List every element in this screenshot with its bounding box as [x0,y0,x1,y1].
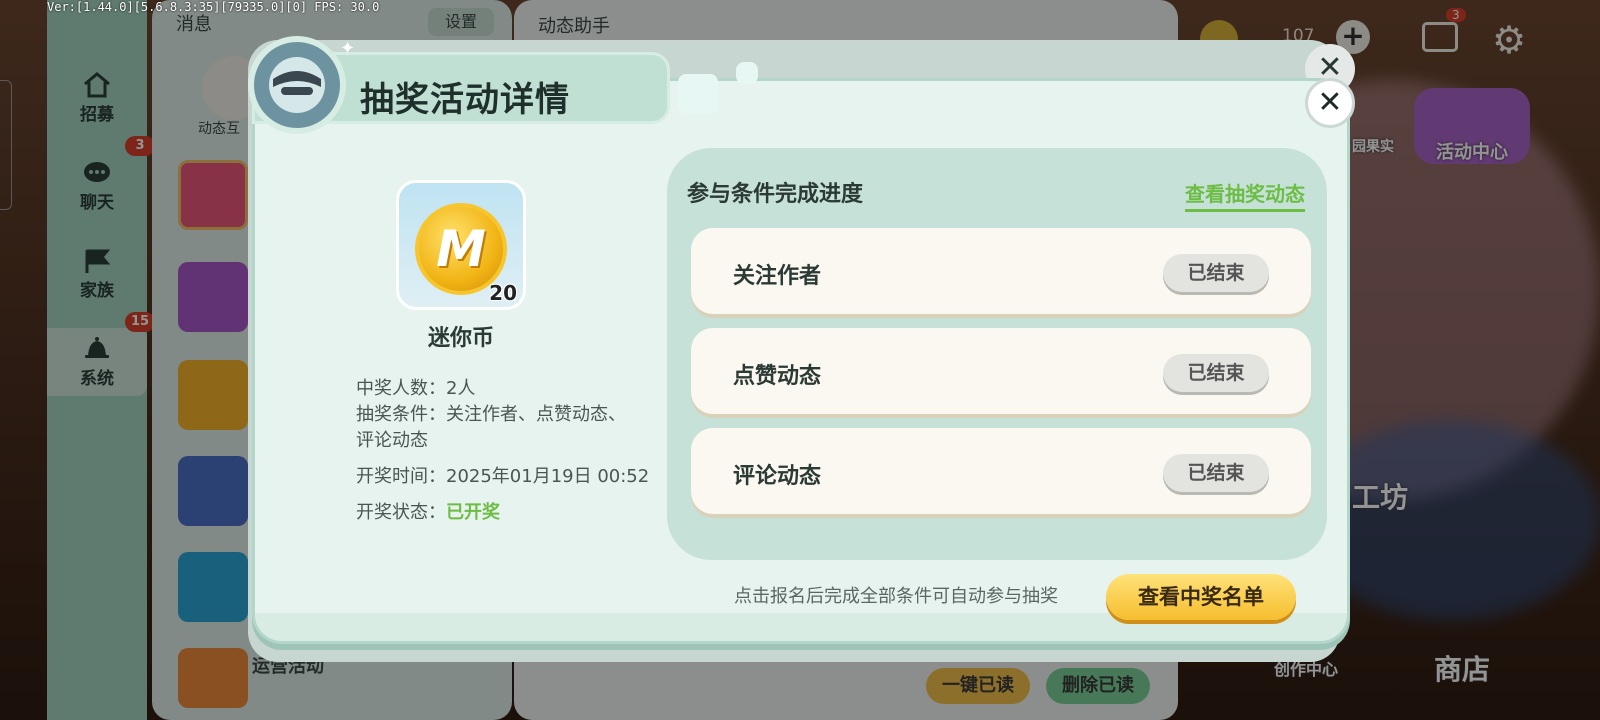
task-status-button[interactable]: 已结束 [1163,354,1269,392]
task-label: 评论动态 [733,464,822,489]
prize-name: 迷你币 [427,326,494,351]
winners-label: 中奖人数： [356,378,446,399]
ninja-icon [269,57,325,113]
close-icon: ✕ [1317,85,1343,120]
conditions-value-continued: 评论动态 [356,430,428,451]
draw-status-value: 已开奖 [446,502,500,523]
task-row: 点赞动态 已结束 [691,328,1311,414]
draw-time-row: 开奖时间：2025年01月19日 00:52 [356,464,649,490]
winners-row: 中奖人数：2人 [356,376,475,402]
decoration-square [678,74,718,114]
view-winners-button[interactable]: 查看中奖名单 [1106,574,1296,620]
task-status-button[interactable]: 已结束 [1163,454,1269,492]
draw-status-row: 开奖状态：已开奖 [356,500,500,526]
sparkle-icon: ✦ [340,38,356,59]
draw-time-label: 开奖时间： [356,466,446,487]
conditions-row: 抽奖条件：关注作者、点赞动态、 [356,402,626,428]
view-lottery-feed-link[interactable]: 查看抽奖动态 [1185,178,1305,212]
task-row: 评论动态 已结束 [691,428,1311,514]
condition-progress-panel: 参与条件完成进度 查看抽奖动态 关注作者 已结束 点赞动态 已结束 评论动态 已… [667,148,1327,560]
mascot-avatar [248,36,346,134]
modal-title: 抽奖活动详情 [360,80,570,120]
participation-note: 点击报名后完成全部条件可自动参与抽奖 [734,586,1058,607]
conditions-row-continued: 评论动态 [356,428,428,454]
task-label: 关注作者 [733,264,822,289]
prize-count: 20 [489,281,517,305]
progress-title: 参与条件完成进度 [687,182,864,207]
conditions-value: 关注作者、点赞动态、 [446,404,626,425]
task-label: 点赞动态 [733,364,822,389]
task-row: 关注作者 已结束 [691,228,1311,314]
debug-overlay: Ver:[1.44.0][5.6.8.3:35][79335.0][0] FPS… [47,0,380,14]
conditions-label: 抽奖条件： [356,404,446,425]
winners-value: 2人 [446,378,476,399]
task-status-button[interactable]: 已结束 [1163,254,1269,292]
draw-status-label: 开奖状态： [356,502,446,523]
decoration-square [736,62,758,84]
draw-time-value: 2025年01月19日 00:52 [446,466,650,487]
close-button[interactable]: ✕ [1305,78,1355,128]
prize-image: M 20 [396,180,526,310]
